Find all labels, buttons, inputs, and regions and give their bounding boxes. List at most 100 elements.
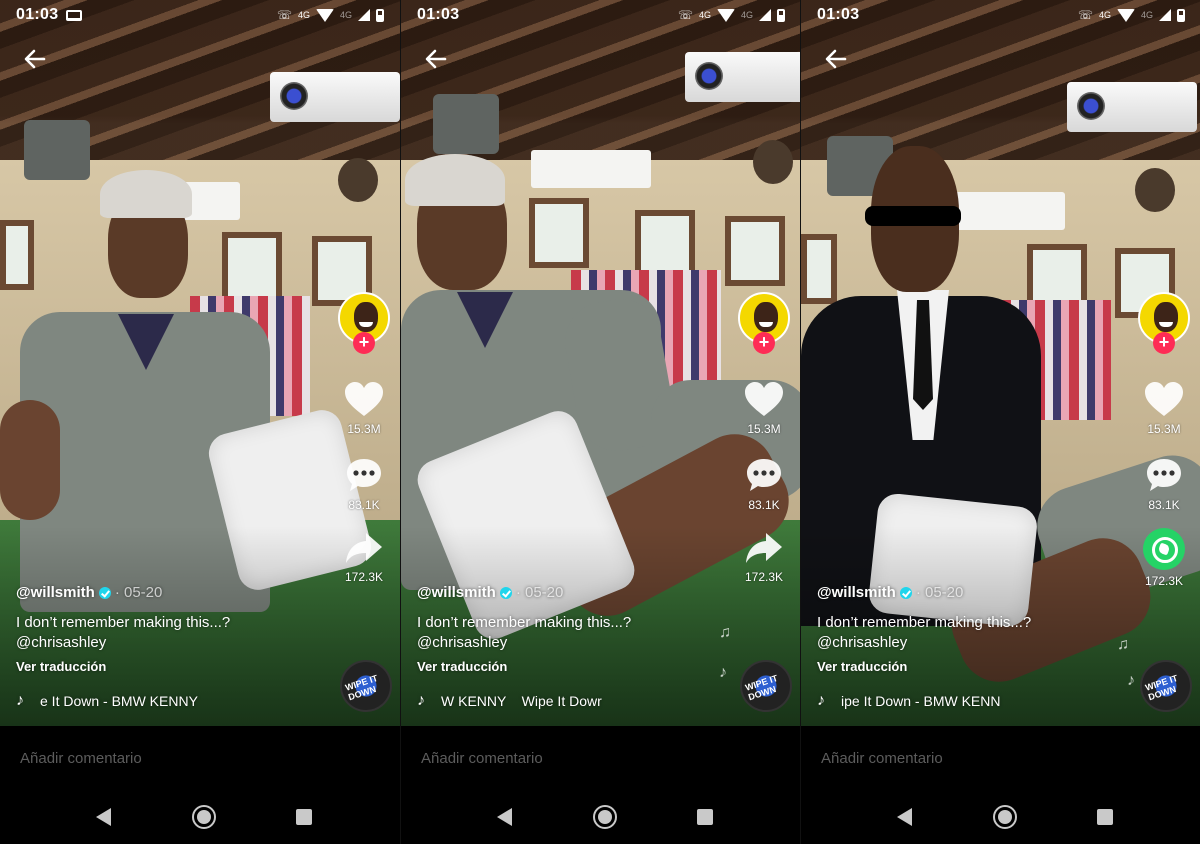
description-text: I don’t remember making this...? [16,614,231,631]
follow-plus-button[interactable]: + [753,332,775,354]
author-handle[interactable]: @willsmith [817,584,896,601]
video-description: I don’t remember making this...? @chrisa… [817,613,1137,653]
video-description: I don’t remember making this...? @chrisa… [16,613,336,653]
video-caption: @willsmith · 05-20 I don’t remember maki… [16,584,336,710]
scene-speaker [24,120,90,180]
scene-lamp [338,158,378,202]
music-disc[interactable]: WIPE IT DOWN [340,660,392,712]
comment-button[interactable]: 83.1K [1144,456,1184,512]
comment-bar[interactable]: Añadir comentario [0,726,400,790]
music-line[interactable]: ♪ e It Down - BMW KENNY [16,692,336,710]
laptop-icon [66,9,83,21]
status-bar: 01:03 ☏ 4G 4G [801,0,1200,30]
nav-recents-icon[interactable] [697,809,713,825]
scene-window [801,234,837,304]
scene-speaker [433,94,499,154]
status-icons: ☏ 4G 4G [277,8,384,22]
translate-link[interactable]: Ver traducción [817,659,1137,674]
back-arrow-icon[interactable] [423,46,449,72]
comment-input-placeholder[interactable]: Añadir comentario [821,750,943,767]
android-nav-bar [801,790,1200,844]
verified-icon [499,586,512,599]
comment-icon [747,459,781,491]
wifi-icon [716,8,735,22]
comment-count: 83.1K [748,498,780,512]
person-cap [405,154,505,206]
heart-icon [345,382,383,416]
comment-bar[interactable]: Añadir comentario [401,726,800,790]
network-label: 4G [698,10,711,20]
nav-home-icon[interactable] [992,805,1017,829]
author-line: @willsmith · 05-20 [417,584,737,601]
nav-recents-icon[interactable] [296,809,312,825]
like-button[interactable]: 15.3M [343,380,385,436]
comment-icon [347,459,381,491]
share-arrow-icon [346,533,382,563]
translate-link[interactable]: Ver traducción [16,659,336,674]
scene-projector [270,72,400,122]
battery-icon [376,8,384,22]
scene-ac-unit [945,192,1065,230]
comment-input-placeholder[interactable]: Añadir comentario [421,750,543,767]
mention-link[interactable]: @chrisashley [417,633,737,653]
author-handle[interactable]: @willsmith [417,584,496,601]
like-button[interactable]: 15.3M [743,380,785,436]
video-description: I don’t remember making this...? @chrisa… [417,613,737,653]
network-label-2: 4G [339,10,352,20]
nav-back-icon[interactable] [897,808,912,826]
comment-icon [1147,459,1181,491]
nav-back-icon[interactable] [497,808,512,826]
signal-icon [1159,9,1171,21]
share-count: 172.3K [1144,574,1184,588]
mention-link[interactable]: @chrisashley [817,633,1137,653]
network-label: 4G [297,10,310,20]
disc-label: WIPE IT DOWN [743,672,779,703]
share-whatsapp-button[interactable]: 172.3K [1143,528,1185,588]
video-caption: @willsmith · 05-20 I don’t remember maki… [417,584,737,710]
author-handle[interactable]: @willsmith [16,584,95,601]
comment-bar[interactable]: Añadir comentario [801,726,1200,790]
like-count: 15.3M [1147,422,1181,436]
wifi-icon [315,8,334,22]
scene-projector [1067,82,1197,132]
translate-link[interactable]: Ver traducción [417,659,737,674]
share-button[interactable]: 172.3K [744,530,784,584]
back-arrow-icon[interactable] [22,46,48,72]
battery-icon [777,8,785,22]
status-bar: 01:03 ☏ 4G 4G [0,0,400,30]
nav-recents-icon[interactable] [1097,809,1113,825]
music-line[interactable]: ♪ W KENNY Wipe It Dowr [417,692,737,710]
like-button[interactable]: 15.3M [1143,380,1185,436]
author-line: @willsmith · 05-20 [817,584,1137,601]
post-date: · 05-20 [114,584,163,601]
music-disc[interactable]: WIPE IT DOWN [1140,660,1192,712]
music-disc[interactable]: WIPE IT DOWN [740,660,792,712]
android-nav-bar [401,790,800,844]
nav-back-icon[interactable] [96,808,111,826]
nav-home-icon[interactable] [191,805,216,829]
nav-home-icon[interactable] [592,805,617,829]
comment-count: 83.1K [1148,498,1180,512]
battery-icon [1177,8,1185,22]
music-note-icon: ♪ [817,692,825,709]
share-button[interactable]: 172.3K [344,530,384,584]
comment-button[interactable]: 83.1K [344,456,384,512]
phone-panel-2: 01:03 ☏ 4G 4G + 15.3M 83.1K 172.3K ♫ ♪ @… [400,0,800,844]
comment-button[interactable]: 83.1K [744,456,784,512]
call-icon: ☏ [276,8,292,22]
network-label: 4G [1098,10,1111,20]
follow-plus-button[interactable]: + [353,332,375,354]
person-cap [100,170,192,218]
author-line: @willsmith · 05-20 [16,584,336,601]
mention-link[interactable]: @chrisashley [16,633,336,653]
comment-input-placeholder[interactable]: Añadir comentario [20,750,142,767]
scene-window [222,232,282,302]
follow-plus-button[interactable]: + [1153,332,1175,354]
back-arrow-icon[interactable] [823,46,849,72]
music-line[interactable]: ♪ ipe It Down - BMW KENN [817,692,1137,710]
avatar-face [354,302,378,332]
status-bar: 01:03 ☏ 4G 4G [401,0,800,30]
scene-lamp [753,140,793,184]
description-text: I don’t remember making this...? [817,614,1032,631]
share-arrow-icon [746,533,782,563]
